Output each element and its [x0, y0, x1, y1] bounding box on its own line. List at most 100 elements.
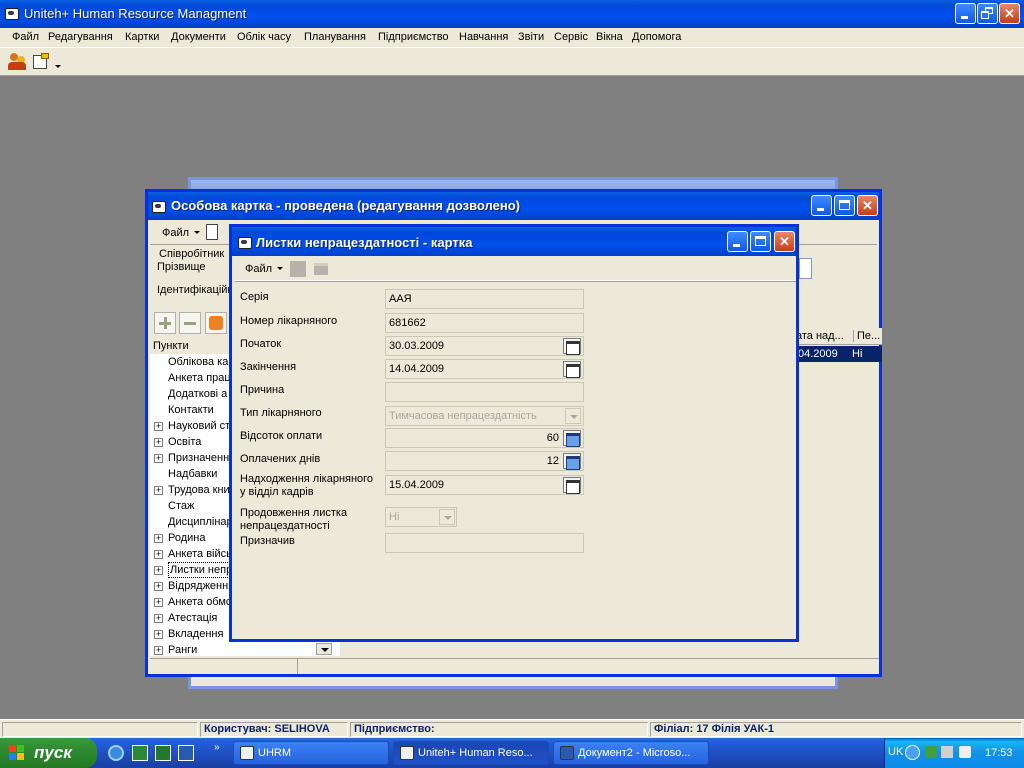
tree-refresh-button[interactable]: [205, 312, 227, 334]
percent-label: Відсоток оплати: [240, 430, 323, 442]
task-app-icon: [240, 746, 254, 760]
app-minimize-button[interactable]: [955, 3, 976, 24]
sick-leave-title: Листки непрацездатності - картка: [256, 235, 473, 250]
menu-file[interactable]: Файл: [12, 31, 39, 43]
received-calendar-icon[interactable]: [563, 477, 581, 494]
received-label-line1: Надходження лікарняного: [240, 473, 374, 485]
start-calendar-icon[interactable]: [563, 338, 581, 355]
grid-row-selected[interactable]: 04.2009 Ні: [796, 346, 882, 362]
task-uhrm[interactable]: UHRM: [233, 741, 389, 765]
menu-training[interactable]: Навчання: [459, 31, 508, 43]
assigned-field[interactable]: [385, 533, 584, 553]
quicklaunch-more-icon[interactable]: »: [214, 742, 220, 753]
menu-documents[interactable]: Документи: [171, 31, 226, 43]
task-word-icon: [560, 746, 574, 760]
end-label: Закінчення: [240, 361, 297, 373]
surname-label: Прізвище: [157, 261, 206, 273]
status-user: Користувач: SELIHOVA: [200, 722, 348, 737]
expand-icon[interactable]: +: [154, 486, 163, 495]
person-minimize-button[interactable]: [811, 195, 832, 216]
days-field[interactable]: 12: [385, 451, 584, 471]
card-icon[interactable]: [314, 263, 328, 275]
app-icon[interactable]: [4, 5, 20, 21]
task-word[interactable]: Документ2 - Microso...: [553, 741, 709, 765]
menu-windows[interactable]: Вікна: [596, 31, 623, 43]
series-field[interactable]: ААЯ: [385, 289, 584, 309]
person-file-arrow-icon[interactable]: [194, 231, 200, 234]
expand-icon[interactable]: +: [154, 534, 163, 543]
percent-field[interactable]: 60: [385, 428, 584, 448]
app-title-bar: Uniteh+ Human Resource Managment ✕: [0, 0, 1024, 28]
tree-add-button[interactable]: [154, 312, 176, 334]
clock[interactable]: 17:53: [985, 747, 1013, 759]
person-card-title-bar: Особова картка - проведена (редагування …: [148, 192, 879, 220]
app-restore-button[interactable]: [977, 3, 998, 24]
quicklaunch-ie-icon[interactable]: [108, 745, 124, 761]
end-date-field[interactable]: 14.04.2009: [385, 359, 584, 379]
percent-calculator-icon[interactable]: [563, 430, 581, 447]
expand-icon[interactable]: +: [154, 582, 163, 591]
expand-icon[interactable]: +: [154, 614, 163, 623]
menu-help[interactable]: Допомога: [632, 31, 681, 43]
expand-icon[interactable]: +: [154, 566, 163, 575]
menu-cards[interactable]: Картки: [125, 31, 159, 43]
start-button[interactable]: пуск: [0, 738, 97, 768]
end-calendar-icon[interactable]: [563, 361, 581, 378]
expand-icon[interactable]: +: [154, 646, 163, 655]
person-bottom-bar: [150, 658, 879, 674]
quicklaunch-excel-icon[interactable]: [132, 745, 148, 761]
sick-file-menu[interactable]: Файл: [245, 263, 272, 275]
person-doc-icon[interactable]: [206, 224, 218, 240]
reason-field[interactable]: [385, 382, 584, 402]
menu-timekeeping[interactable]: Облік часу: [237, 31, 291, 43]
expand-icon[interactable]: +: [154, 438, 163, 447]
grid-col-date[interactable]: ата над...: [796, 330, 844, 342]
sick-toolbar: Файл: [235, 257, 796, 281]
tray-expand-icon[interactable]: [905, 745, 920, 760]
continuation-dropdown-icon[interactable]: [439, 509, 455, 525]
app-close-button[interactable]: ✕: [999, 3, 1020, 24]
menu-service[interactable]: Сервіс: [554, 31, 588, 43]
sick-file-arrow-icon[interactable]: [277, 267, 283, 270]
people-icon[interactable]: [8, 53, 28, 71]
task-uniteh[interactable]: Uniteh+ Human Reso...: [393, 741, 549, 765]
menu-enterprise[interactable]: Підприємство: [378, 31, 449, 43]
tree-scroll-down-button[interactable]: [316, 643, 332, 655]
type-select[interactable]: Тимчасова непрацездатність: [385, 406, 584, 426]
grid-header: ата над... Пе...: [796, 328, 882, 345]
menu-reports[interactable]: Звіти: [518, 31, 544, 43]
sick-maximize-button[interactable]: [750, 231, 771, 252]
expand-icon[interactable]: +: [154, 598, 163, 607]
grid-col-pe[interactable]: Пе...: [853, 330, 880, 342]
save-icon[interactable]: [290, 261, 306, 277]
start-date-field[interactable]: 30.03.2009: [385, 336, 584, 356]
quicklaunch-excel2-icon[interactable]: [155, 745, 171, 761]
number-label: Номер лікарняного: [240, 315, 338, 327]
language-indicator[interactable]: UK: [888, 746, 903, 758]
person-file-menu[interactable]: Файл: [162, 227, 189, 239]
type-dropdown-icon[interactable]: [565, 408, 581, 424]
taskbar: пуск » UHRM Uniteh+ Human Reso... Докуме…: [0, 738, 1024, 768]
tray-misc-icon[interactable]: [959, 746, 971, 758]
received-date-field[interactable]: 15.04.2009: [385, 475, 584, 495]
quicklaunch-word-icon[interactable]: [178, 745, 194, 761]
expand-icon[interactable]: +: [154, 422, 163, 431]
menu-planning[interactable]: Планування: [304, 31, 366, 43]
ident-label: Ідентифікаційн: [157, 284, 234, 296]
expand-icon[interactable]: +: [154, 454, 163, 463]
days-calculator-icon[interactable]: [563, 453, 581, 470]
person-maximize-button[interactable]: [834, 195, 855, 216]
tray-speaker-icon[interactable]: [941, 746, 953, 758]
tree-remove-button[interactable]: [179, 312, 201, 334]
tray-network-icon[interactable]: [925, 746, 937, 758]
expand-icon[interactable]: +: [154, 550, 163, 559]
sick-minimize-button[interactable]: [727, 231, 748, 252]
expand-icon[interactable]: +: [154, 630, 163, 639]
card-dropdown-icon[interactable]: [33, 53, 63, 71]
sick-leave-window[interactable]: Листки непрацездатності - картка ✕ Файл …: [229, 224, 799, 642]
sick-close-button[interactable]: ✕: [774, 231, 795, 252]
menu-edit[interactable]: Редагування: [48, 31, 113, 43]
person-right-field[interactable]: [799, 258, 812, 279]
number-field[interactable]: 681662: [385, 313, 584, 333]
person-close-button[interactable]: ✕: [857, 195, 878, 216]
